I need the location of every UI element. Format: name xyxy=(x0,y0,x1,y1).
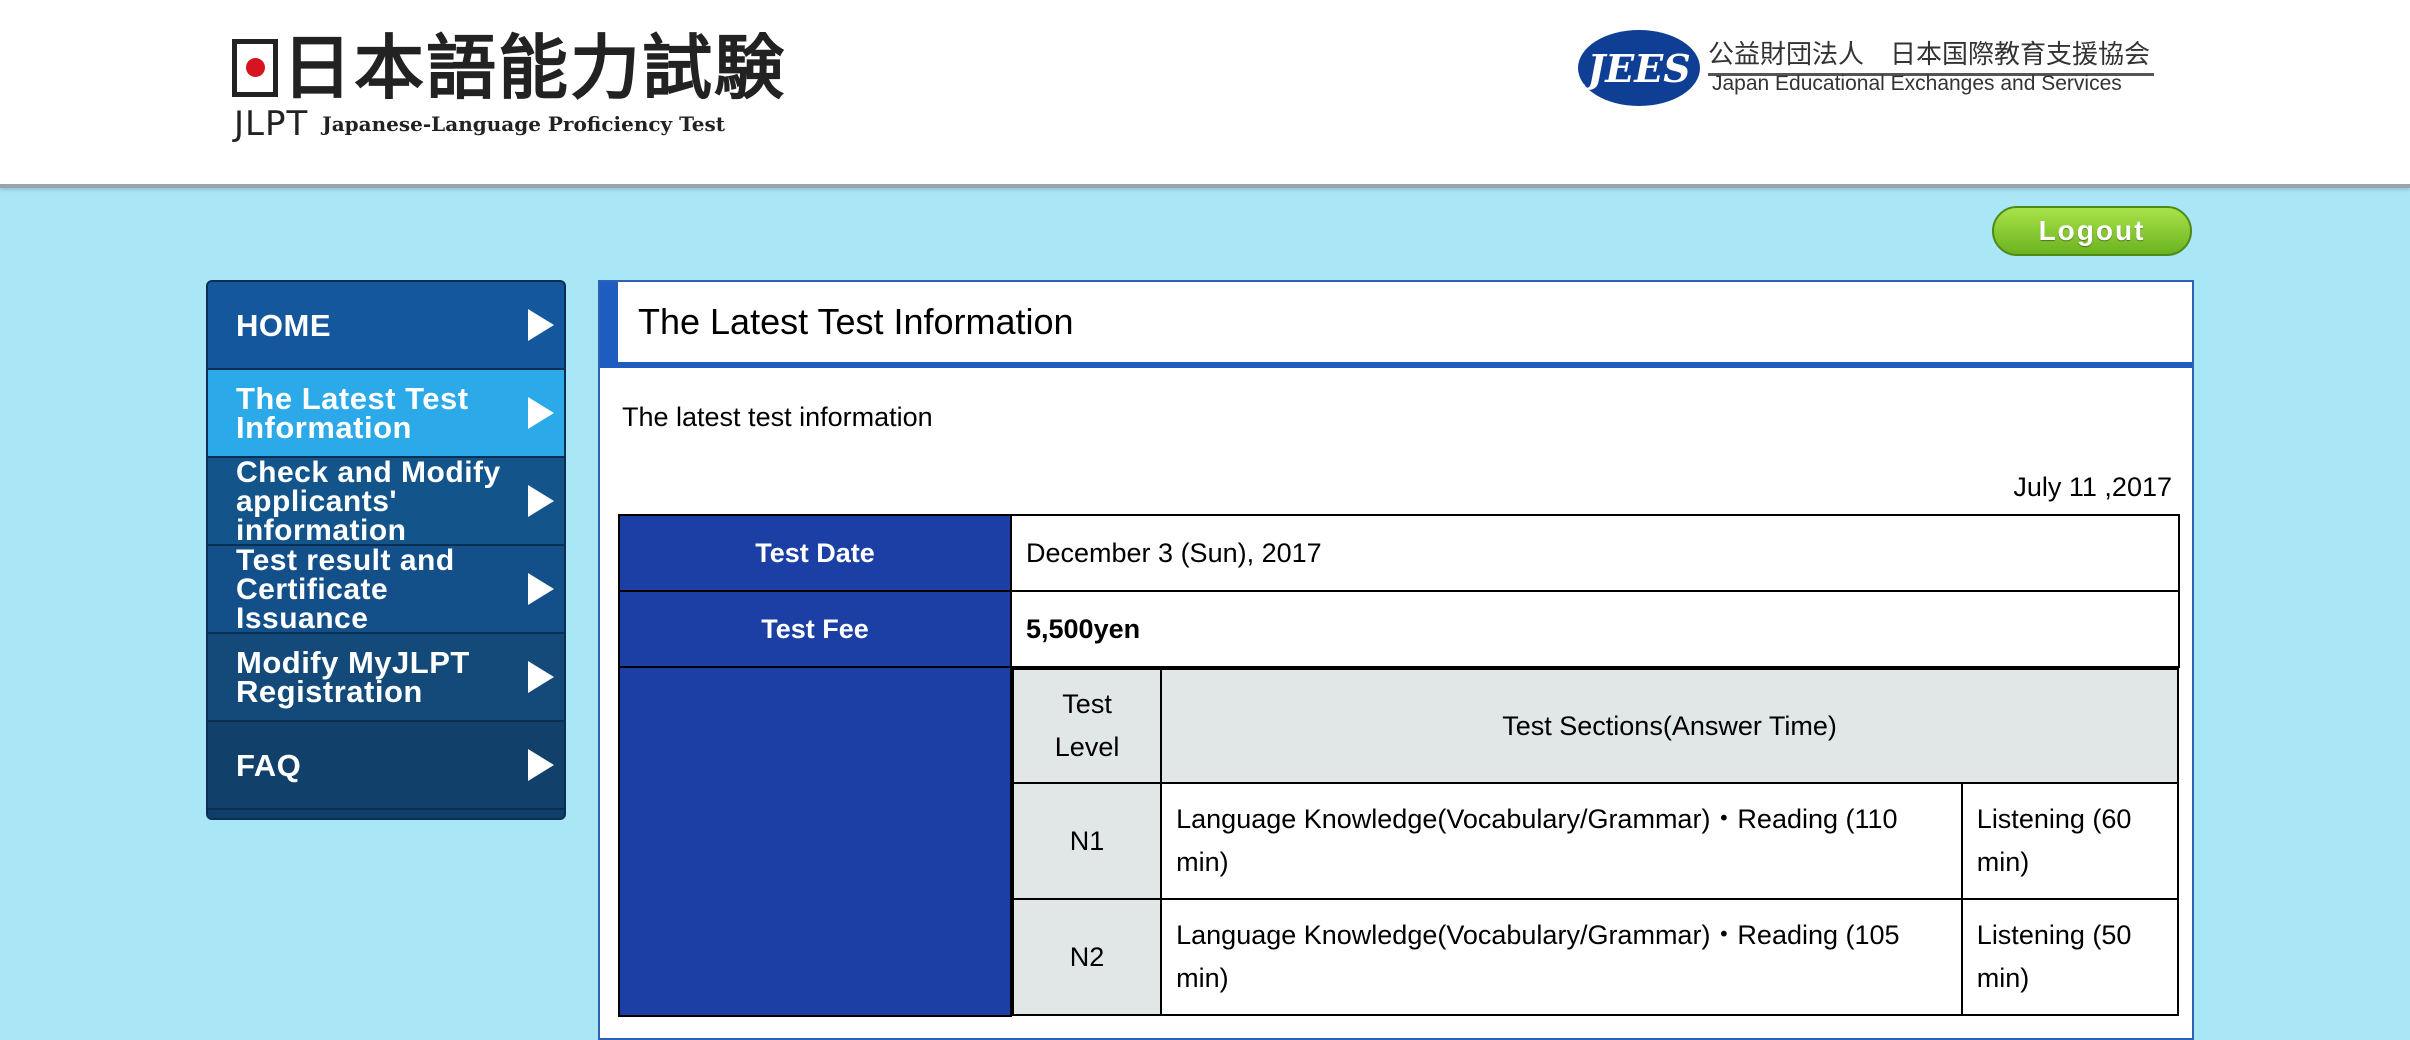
table-row: N2 Language Knowledge(Vocabulary/Grammar… xyxy=(1011,898,2180,1016)
rising-sun-icon xyxy=(232,39,278,97)
test-date-label: Test Date xyxy=(618,514,1012,592)
sidebar-item-label: Test result and Certificate Issuance xyxy=(236,543,455,635)
test-fee-value: 5,500yen xyxy=(1010,590,2180,668)
logo-title-jp: 日本語能力試験 xyxy=(232,28,786,108)
sidebar-item-check-modify[interactable]: Check and Modify applicants' information xyxy=(208,455,564,547)
arrow-right-icon xyxy=(528,573,554,605)
sidebar-item-latest-test-info[interactable]: The Latest Test Information xyxy=(208,370,564,458)
sidebar-nav: HOME The Latest Test Information Check a… xyxy=(206,280,566,820)
logo-title-text: 日本語能力試験 xyxy=(282,26,786,109)
section-part2: Listening (60 min) xyxy=(1960,782,2180,900)
section-part2: Listening (50 min) xyxy=(1960,898,2180,1016)
site-header: 日本語能力試験 JLPT Japanese-Language Proficien… xyxy=(0,0,2410,188)
sidebar-item-faq[interactable]: FAQ xyxy=(208,722,564,810)
level-header: Test Level xyxy=(1011,668,1163,784)
arrow-right-icon xyxy=(528,309,554,341)
level-cell: N2 xyxy=(1011,898,1163,1016)
main-panel: The Latest Test Information The latest t… xyxy=(598,280,2194,1040)
test-info-table: Test Date December 3 (Sun), 2017 Test Fe… xyxy=(618,514,2180,1017)
arrow-right-icon xyxy=(528,485,554,517)
table-row: N1 Language Knowledge(Vocabulary/Grammar… xyxy=(1011,782,2180,900)
table-row: Test Fee 5,500yen xyxy=(618,590,2180,668)
sidebar-item-label: Modify MyJLPT Registration xyxy=(236,645,470,709)
update-date: July 11 ,2017 xyxy=(2013,472,2172,502)
arrow-right-icon xyxy=(528,749,554,781)
sections-header: Test Sections(Answer Time) xyxy=(1160,668,2179,784)
level-cell: N1 xyxy=(1011,782,1163,900)
sidebar-item-modify-registration[interactable]: Modify MyJLPT Registration xyxy=(208,634,564,722)
table-row: Test Level Test Sections(Answer Time) xyxy=(1011,668,2179,784)
jees-logo[interactable]: JEES 公益財団法人 日本国際教育支援協会 Japan Educational… xyxy=(1578,30,2158,110)
sidebar-item-label: The Latest Test Information xyxy=(236,381,469,445)
logo-english: Japanese-Language Proficiency Test xyxy=(322,112,725,136)
section-part1: Language Knowledge(Vocabulary/Grammar)・R… xyxy=(1160,898,1963,1016)
jlpt-logo[interactable]: 日本語能力試験 JLPT Japanese-Language Proficien… xyxy=(232,28,784,146)
test-date-value: December 3 (Sun), 2017 xyxy=(1010,514,2180,592)
logo-short: JLPT xyxy=(234,104,309,144)
sections-table: Test Level Test Sections(Answer Time) N1… xyxy=(1011,668,2180,1016)
org-name-en: Japan Educational Exchanges and Services xyxy=(1712,72,2122,95)
test-sections-label xyxy=(618,666,1012,1017)
sidebar-item-label: HOME xyxy=(236,307,331,343)
test-fee-label: Test Fee xyxy=(618,590,1012,668)
page-title: The Latest Test Information xyxy=(600,282,2192,368)
table-row: Test Level Test Sections(Answer Time) N1… xyxy=(618,666,2180,1017)
sections-cell: Test Level Test Sections(Answer Time) N1… xyxy=(1011,667,2180,1016)
sidebar-item-home[interactable]: HOME xyxy=(208,282,564,370)
arrow-right-icon xyxy=(528,397,554,429)
table-row: Test Date December 3 (Sun), 2017 xyxy=(618,514,2180,592)
section-part1: Language Knowledge(Vocabulary/Grammar)・R… xyxy=(1160,782,1963,900)
sidebar-item-label: Check and Modify applicants' information xyxy=(236,455,501,547)
sidebar-item-test-result[interactable]: Test result and Certificate Issuance xyxy=(208,543,564,635)
intro-text: The latest test information xyxy=(622,402,933,432)
org-name-jp: 公益財団法人 日本国際教育支援協会 xyxy=(1708,34,2154,76)
sidebar-item-label: FAQ xyxy=(236,747,302,783)
logo-subtitle: JLPT Japanese-Language Proficiency Test xyxy=(234,106,725,142)
logout-button[interactable]: Logout xyxy=(1992,206,2192,256)
arrow-right-icon xyxy=(528,661,554,693)
jees-badge-icon: JEES xyxy=(1578,30,1700,106)
